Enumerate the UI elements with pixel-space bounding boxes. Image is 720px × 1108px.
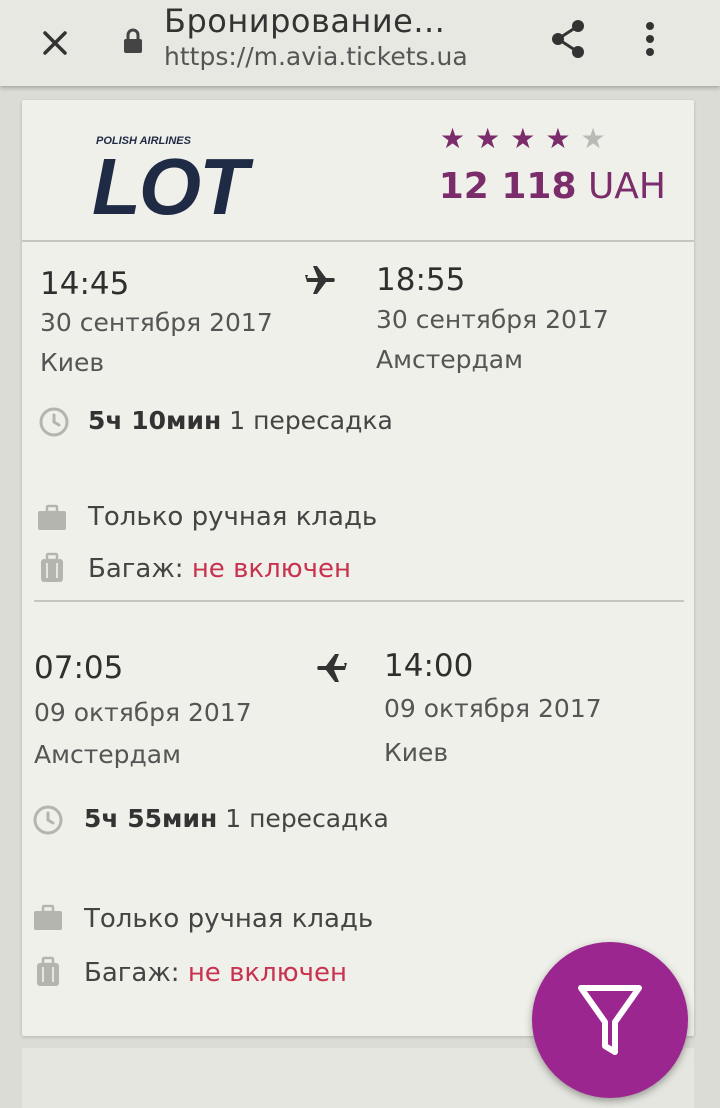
arrival-city: Амстердам bbox=[376, 345, 523, 374]
flight-duration: 5ч 55мин 1 пересадка bbox=[84, 804, 389, 833]
flight-segment-return[interactable]: 07:05 09 октября 2017 Амстердам 14:00 09… bbox=[22, 630, 694, 988]
duration-value: 5ч 10мин bbox=[88, 406, 222, 435]
close-icon bbox=[43, 31, 67, 55]
stops-count: 1 пересадка bbox=[229, 406, 393, 435]
page-url[interactable]: https://m.avia.tickets.ua bbox=[164, 42, 468, 71]
close-tab-button[interactable] bbox=[30, 20, 80, 66]
divider bbox=[22, 240, 694, 242]
hand-luggage-info: Только ручная кладь bbox=[84, 904, 374, 934]
briefcase-icon bbox=[38, 504, 66, 530]
briefcase-icon bbox=[34, 904, 62, 930]
baggage-label: Багаж: bbox=[84, 958, 180, 988]
filter-icon bbox=[578, 985, 642, 1055]
arrival-time: 18:55 bbox=[376, 262, 466, 298]
flight-offer-card[interactable]: POLISH AIRLINES LOT ★ ★ ★ ★ ★ 12 118 UAH 14:… bbox=[22, 100, 694, 1036]
star-empty-icon: ★ bbox=[580, 122, 606, 155]
stops-count: 1 пересадка bbox=[225, 804, 389, 833]
filter-button[interactable] bbox=[532, 942, 688, 1098]
airline-logo: POLISH AIRLINES LOT bbox=[92, 135, 256, 226]
star-filled-icon: ★ bbox=[475, 122, 501, 155]
baggage-info: Багаж: не включен bbox=[88, 554, 351, 584]
departure-time: 14:45 bbox=[40, 266, 130, 302]
price: 12 118 UAH bbox=[439, 166, 666, 207]
flight-segment-outbound[interactable]: 14:45 30 сентября 2017 Киев 18:55 30 сен… bbox=[22, 250, 694, 590]
flight-duration: 5ч 10мин 1 пересадка bbox=[88, 406, 393, 435]
offer-header: POLISH AIRLINES LOT ★ ★ ★ ★ ★ 12 118 UAH bbox=[22, 100, 694, 240]
baggage-label: Багаж: bbox=[88, 554, 184, 584]
price-amount: 12 118 bbox=[438, 166, 577, 207]
airplane-icon bbox=[305, 266, 335, 294]
duration-value: 5ч 55мин bbox=[84, 804, 218, 833]
baggage-status: не включен bbox=[187, 958, 347, 988]
lock-icon bbox=[124, 28, 142, 53]
arrival-date: 30 сентября 2017 bbox=[376, 305, 609, 334]
baggage-info: Багаж: не включен bbox=[84, 958, 347, 988]
share-button[interactable] bbox=[544, 14, 594, 64]
more-vertical-icon bbox=[646, 22, 654, 56]
star-filled-icon: ★ bbox=[440, 122, 466, 155]
star-rating: ★ ★ ★ ★ ★ bbox=[440, 122, 606, 156]
star-filled-icon: ★ bbox=[545, 122, 571, 155]
suitcase-icon bbox=[37, 956, 59, 986]
baggage-status: не включен bbox=[191, 554, 351, 584]
clock-icon bbox=[39, 407, 69, 437]
arrival-date: 09 октября 2017 bbox=[384, 694, 602, 723]
departure-time: 07:05 bbox=[34, 650, 124, 686]
page-title: Бронирование... bbox=[164, 2, 446, 40]
arrival-time: 14:00 bbox=[384, 648, 474, 684]
share-icon bbox=[552, 20, 584, 58]
overflow-menu-button[interactable] bbox=[632, 14, 668, 64]
segment-divider bbox=[34, 600, 684, 602]
browser-toolbar: Бронирование... https://m.avia.tickets.u… bbox=[0, 0, 720, 86]
suitcase-icon bbox=[41, 552, 63, 582]
airplane-icon bbox=[317, 654, 347, 682]
price-currency: UAH bbox=[587, 166, 666, 207]
arrival-city: Киев bbox=[384, 738, 449, 767]
star-filled-icon: ★ bbox=[510, 122, 536, 155]
departure-date: 09 октября 2017 bbox=[34, 698, 252, 727]
departure-city: Киев bbox=[40, 348, 105, 377]
departure-city: Амстердам bbox=[34, 740, 181, 769]
hand-luggage-info: Только ручная кладь bbox=[88, 502, 378, 532]
clock-icon bbox=[33, 805, 63, 835]
airline-logo-text: LOT bbox=[92, 142, 254, 226]
departure-date: 30 сентября 2017 bbox=[40, 308, 273, 337]
